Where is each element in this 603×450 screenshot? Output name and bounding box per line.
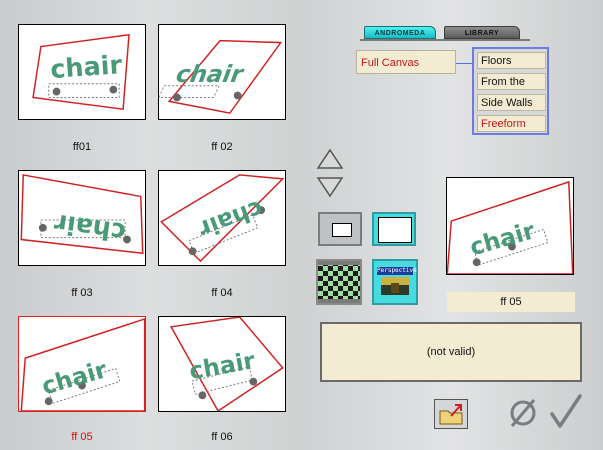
perspective-scene-icon bbox=[381, 277, 409, 295]
small-frame-button[interactable] bbox=[318, 212, 362, 246]
thumbnail-label: ff 02 bbox=[211, 141, 233, 153]
mode-from-the-top[interactable]: From the Top bbox=[477, 73, 546, 105]
mode-panel: Floors From the Top Side Walls Freeform bbox=[472, 47, 549, 135]
large-frame-button[interactable] bbox=[372, 212, 416, 246]
thumbnail-ff05[interactable]: chair bbox=[18, 316, 146, 412]
tab-andromeda[interactable]: ANDROMEDA bbox=[364, 26, 436, 39]
checkmark-icon[interactable] bbox=[548, 392, 584, 432]
thumbnail-ff01-image: chair bbox=[32, 33, 130, 111]
chair-text: chair bbox=[187, 346, 257, 385]
chair-text: chair bbox=[467, 216, 539, 261]
folder-export-button[interactable] bbox=[434, 399, 468, 429]
status-box: (not valid) bbox=[320, 322, 582, 382]
thumbnail-ff04[interactable]: chair bbox=[158, 170, 286, 266]
thumbnail-label: ff 04 bbox=[211, 287, 233, 299]
thumbnail-ff01[interactable]: chair bbox=[18, 24, 146, 120]
thumbnail-label: ff 03 bbox=[71, 287, 93, 299]
preview-image: chair bbox=[446, 177, 574, 275]
chair-text: chair bbox=[172, 60, 248, 88]
full-canvas-button[interactable]: Full Canvas bbox=[356, 50, 456, 74]
thumbnail-ff04-image: chair bbox=[160, 174, 285, 263]
thumbnail-label: ff01 bbox=[72, 141, 92, 153]
thumbnail-ff02-image: chair bbox=[159, 39, 283, 114]
folder-export-icon bbox=[439, 404, 463, 425]
tab-divider bbox=[360, 39, 530, 41]
thumbnail-ff02[interactable]: chair bbox=[158, 24, 286, 120]
mode-connector-line bbox=[456, 63, 472, 64]
thumbnail-ff06-image: chair bbox=[169, 317, 284, 411]
thumbnail-ff06[interactable]: chair bbox=[158, 316, 286, 412]
null-circle-icon[interactable] bbox=[506, 396, 540, 430]
triangle-up-icon[interactable] bbox=[316, 148, 344, 170]
small-frame-icon bbox=[332, 223, 352, 237]
triangle-down-icon[interactable] bbox=[316, 176, 344, 198]
thumbnail-label-selected: ff 05 bbox=[71, 431, 93, 443]
chair-text: chair bbox=[39, 355, 111, 400]
preview-chair-image: chair bbox=[447, 180, 573, 274]
checkerboard-button[interactable] bbox=[316, 259, 362, 305]
chair-text: chair bbox=[49, 50, 123, 85]
mode-freeform[interactable]: Freeform bbox=[477, 115, 546, 132]
thumbnail-label: ff 06 bbox=[211, 431, 233, 443]
chair-text: chair bbox=[52, 207, 128, 247]
mode-side-walls[interactable]: Side Walls bbox=[477, 94, 546, 111]
thumbnail-ff05-image: chair bbox=[20, 318, 145, 411]
thumbnail-ff03[interactable]: chair bbox=[18, 170, 146, 266]
thumbnail-ff03-image: chair bbox=[20, 174, 144, 255]
checkerboard-icon bbox=[318, 265, 360, 299]
perspective-button[interactable]: Perspective bbox=[372, 259, 418, 305]
chair-text: chair bbox=[195, 195, 267, 244]
large-frame-icon bbox=[378, 217, 412, 243]
mode-floors[interactable]: Floors bbox=[477, 52, 546, 69]
tab-library[interactable]: LIBRARY bbox=[444, 26, 520, 39]
preview-label: ff 05 bbox=[447, 292, 575, 312]
